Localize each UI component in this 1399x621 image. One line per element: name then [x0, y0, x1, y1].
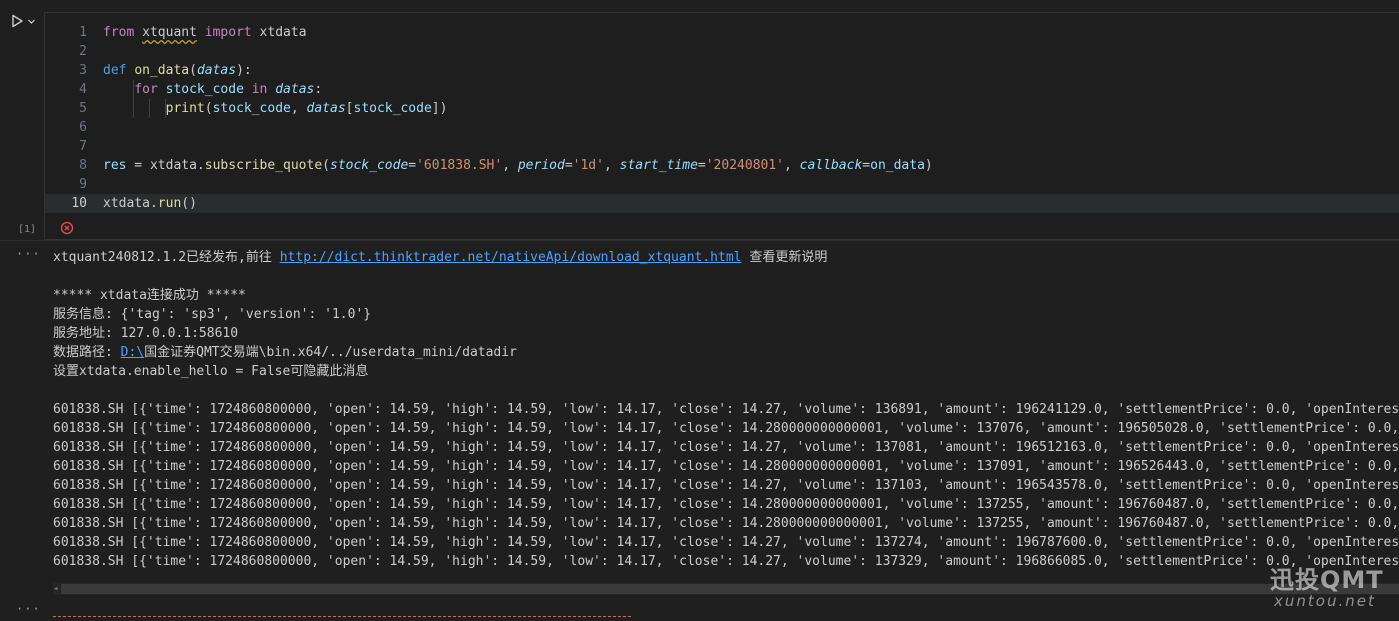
data-path-label: 数据路径:	[53, 345, 121, 360]
quote-data-line: 601838.SH [{'time': 1724860800000, 'open…	[53, 516, 1399, 531]
quote-data-line: 601838.SH [{'time': 1724860800000, 'open…	[53, 440, 1399, 455]
code-text: def on_data(datas):	[103, 63, 252, 78]
run-cell-button[interactable]	[10, 14, 36, 28]
connect-success-line: ***** xtdata连接成功 *****	[53, 288, 246, 303]
scroll-left-icon[interactable]: ◂	[53, 583, 58, 595]
quote-data-line: 601838.SH [{'time': 1724860800000, 'open…	[53, 402, 1399, 417]
quote-data-line: 601838.SH [{'time': 1724860800000, 'open…	[53, 459, 1399, 474]
output-menu-dots-2[interactable]: ···	[16, 602, 41, 616]
code-text: from xtquant import xtdata	[103, 25, 307, 40]
hide-hint-line: 设置xtdata.enable_hello = False可隐藏此消息	[53, 364, 369, 379]
code-line[interactable]: 1 from xtquant import xtdata	[45, 23, 1399, 42]
line-number: 10	[71, 196, 87, 211]
line-number: 9	[79, 177, 87, 192]
quote-data-line: 601838.SH [{'time': 1724860800000, 'open…	[53, 421, 1399, 436]
line-number: 2	[79, 44, 87, 59]
line-number: 8	[79, 158, 87, 173]
play-icon	[12, 14, 23, 28]
code-line[interactable]: 10 xtdata.run()	[45, 194, 1399, 213]
line-number: 3	[79, 63, 87, 78]
line-number: 7	[79, 139, 87, 154]
error-separator-line	[53, 616, 631, 617]
data-path-line: 数据路径: D:\国金证券QMT交易端\bin.x64/../userdata_…	[53, 343, 1399, 362]
service-info-line: 服务信息: {'tag': 'sp3', 'version': '1.0'}	[53, 307, 372, 322]
output-menu-dots[interactable]: ···	[16, 247, 41, 261]
line-number: 5	[79, 101, 87, 116]
code-text: res = xtdata.subscribe_quote(stock_code=…	[103, 158, 933, 173]
chevron-down-icon[interactable]	[27, 17, 36, 26]
cell-output: xtquant240812.1.2已经发布,前往 http://dict.thi…	[53, 248, 1399, 571]
code-text: xtdata.run()	[103, 196, 197, 211]
line-number: 6	[79, 120, 87, 135]
code-line[interactable]: 2	[45, 42, 1399, 61]
line-number: 1	[79, 25, 87, 40]
data-path-rest: 国金证券QMT交易端\bin.x64/../userdata_mini/data…	[144, 345, 517, 360]
code-line[interactable]: 3 def on_data(datas):	[45, 61, 1399, 80]
update-notice-text: xtquant240812.1.2已经发布,前往	[53, 250, 280, 265]
update-notice-tail: 查看更新说明	[741, 250, 828, 265]
download-link[interactable]: http://dict.thinktrader.net/nativeApi/do…	[280, 250, 742, 265]
code-line[interactable]: 5 print(stock_code, datas[stock_code])	[45, 99, 1399, 118]
code-text: for stock_code in datas:	[134, 82, 323, 97]
watermark-brand: 迅投QMT	[1270, 566, 1384, 594]
code-line[interactable]: 6	[45, 118, 1399, 137]
quote-data-line: 601838.SH [{'time': 1724860800000, 'open…	[53, 478, 1399, 493]
data-path-link[interactable]: D:\	[121, 345, 144, 360]
horizontal-scrollbar[interactable]: ◂	[53, 583, 1399, 595]
code-text: print(stock_code, datas[stock_code])	[165, 101, 448, 116]
quote-data-lines: 601838.SH [{'time': 1724860800000, 'open…	[53, 400, 1399, 571]
code-line[interactable]: 9	[45, 175, 1399, 194]
code-line[interactable]: 4 for stock_code in datas:	[45, 80, 1399, 99]
cell-output-divider	[0, 240, 1399, 241]
code-line[interactable]: 8 res = xtdata.subscribe_quote(stock_code…	[45, 156, 1399, 175]
quote-data-line: 601838.SH [{'time': 1724860800000, 'open…	[53, 535, 1399, 550]
error-circle-icon	[60, 221, 74, 235]
update-notice-line: xtquant240812.1.2已经发布,前往 http://dict.thi…	[53, 248, 1399, 267]
scrollbar-thumb[interactable]	[61, 584, 1399, 594]
line-number: 4	[79, 82, 87, 97]
execution-count: [1]	[18, 224, 37, 235]
cell-gutter	[0, 0, 44, 621]
quote-data-line: 601838.SH [{'time': 1724860800000, 'open…	[53, 554, 1399, 569]
code-line[interactable]: 7	[45, 137, 1399, 156]
quote-data-line: 601838.SH [{'time': 1724860800000, 'open…	[53, 497, 1399, 512]
code-cell-editor[interactable]: 1 from xtquant import xtdata 2 3 def on_data…	[44, 12, 1399, 240]
watermark-site: xuntou.net	[1274, 592, 1376, 610]
service-address-line: 服务地址: 127.0.0.1:58610	[53, 326, 239, 341]
